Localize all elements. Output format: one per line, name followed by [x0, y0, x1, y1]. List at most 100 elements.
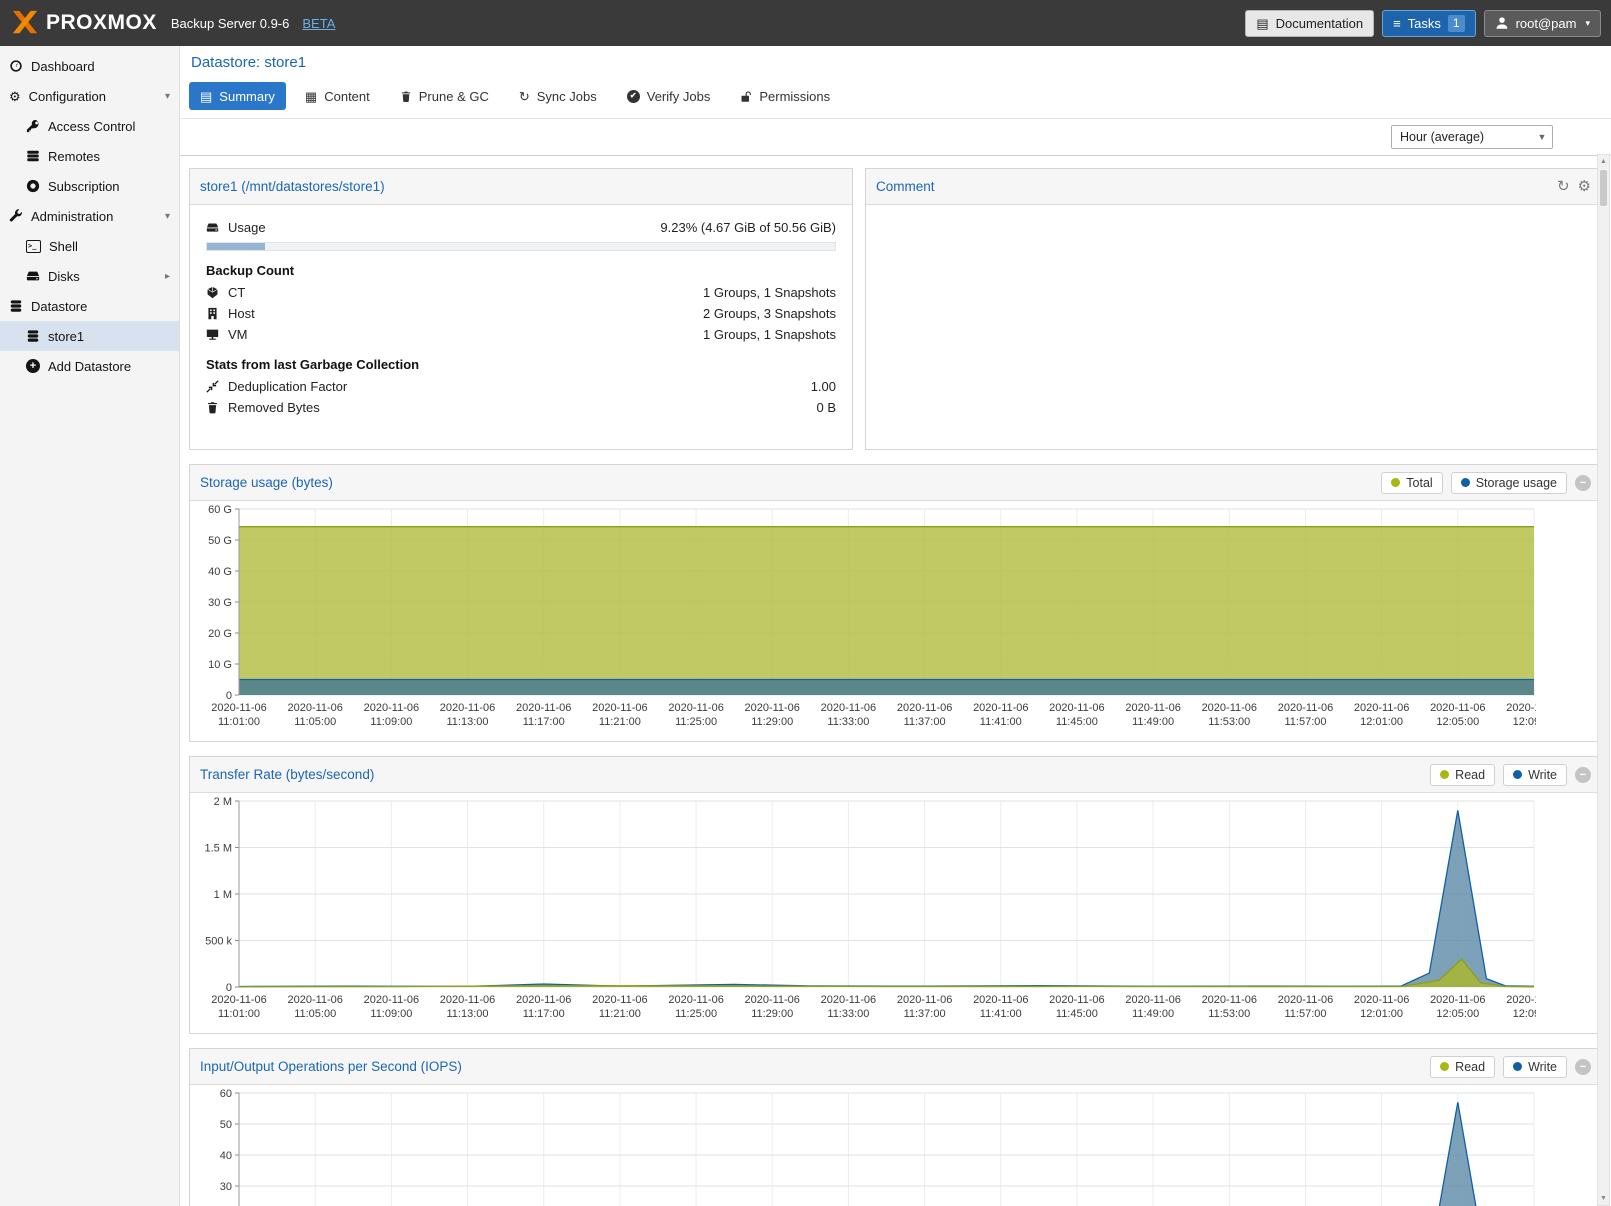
sidebar-item-shell[interactable]: >_ Shell: [0, 231, 179, 261]
svg-text:12:09:00: 12:09:00: [1513, 1008, 1536, 1020]
sidebar-item-label: Datastore: [31, 299, 87, 314]
svg-text:30 G: 30 G: [208, 597, 232, 609]
dedup-value: 1.00: [811, 379, 836, 394]
svg-text:2020-11-06: 2020-11-06: [287, 994, 342, 1006]
storage-usage-chart: 2020-11-0611:01:002020-11-0611:05:002020…: [194, 503, 1536, 735]
user-menu-button[interactable]: root@pam ▾: [1484, 10, 1601, 37]
svg-text:2020-11-06: 2020-11-06: [744, 702, 799, 714]
cube-icon: [206, 286, 219, 299]
tab-label: Verify Jobs: [647, 89, 711, 104]
legend-item-read[interactable]: Read: [1430, 764, 1495, 786]
svg-text:2020-11-06: 2020-11-06: [1430, 994, 1485, 1006]
chevron-right-icon[interactable]: ▸: [165, 271, 170, 282]
page-title: Datastore: store1: [191, 54, 1611, 74]
scroll-up-arrow[interactable]: ▲: [1598, 155, 1609, 168]
vertical-scrollbar[interactable]: ▲ ▼: [1597, 154, 1610, 1206]
documentation-button[interactable]: ▤ Documentation: [1245, 10, 1374, 37]
svg-text:11:33:00: 11:33:00: [827, 716, 869, 728]
chevron-down-icon: ▾: [1585, 18, 1590, 29]
legend-item-write[interactable]: Write: [1503, 764, 1567, 786]
sidebar-item-remotes[interactable]: Remotes: [0, 141, 179, 171]
host-row: Host 2 Groups, 3 Snapshots: [206, 303, 836, 324]
scroll-content: store1 (/mnt/datastores/store1) Usage 9.…: [180, 156, 1611, 1206]
usage-row: Usage 9.23% (4.67 GiB of 50.56 GiB): [206, 217, 836, 238]
svg-text:11:05:00: 11:05:00: [294, 1008, 336, 1020]
sidebar-item-disks[interactable]: Disks ▸: [0, 261, 179, 291]
terminal-icon: >_: [26, 240, 41, 253]
svg-text:1.5 M: 1.5 M: [204, 843, 232, 855]
tab-label: Content: [324, 89, 370, 104]
tab-verify-jobs[interactable]: ✔ Verify Jobs: [616, 82, 722, 110]
summary-toolbar: Hour (average) ▼: [180, 118, 1611, 156]
sidebar-item-dashboard[interactable]: Dashboard: [0, 51, 179, 81]
minus-circle-icon[interactable]: −: [1575, 475, 1591, 491]
reload-icon[interactable]: ↻: [1557, 179, 1570, 194]
legend-item-total[interactable]: Total: [1381, 472, 1442, 494]
timeframe-select[interactable]: Hour (average) ▼: [1391, 125, 1553, 149]
hdd-icon: [206, 221, 219, 234]
svg-text:40: 40: [220, 1150, 232, 1162]
chevron-down-icon[interactable]: ▾: [165, 91, 170, 102]
svg-text:11:41:00: 11:41:00: [980, 1008, 1022, 1020]
tab-summary[interactable]: ▤ Summary: [189, 82, 286, 110]
compress-icon: [206, 380, 219, 393]
svg-text:12:09:00: 12:09:00: [1513, 716, 1536, 728]
svg-text:2020-11-06: 2020-11-06: [1125, 994, 1180, 1006]
tab-content[interactable]: ▦ Content: [294, 82, 381, 110]
tasks-button[interactable]: ≡ Tasks 1: [1382, 10, 1476, 37]
tab-sync-jobs[interactable]: ↻ Sync Jobs: [508, 82, 608, 110]
database-icon: [26, 329, 40, 343]
sidebar-item-datastore[interactable]: Datastore: [0, 291, 179, 321]
tab-prune-gc[interactable]: Prune & GC: [389, 82, 500, 110]
tab-permissions[interactable]: Permissions: [729, 82, 841, 110]
svg-text:2020-11-06: 2020-11-06: [440, 702, 495, 714]
svg-text:11:25:00: 11:25:00: [675, 716, 717, 728]
svg-text:2020-11-06: 2020-11-06: [973, 994, 1028, 1006]
dedup-row: Deduplication Factor 1.00: [206, 376, 836, 397]
svg-text:0: 0: [226, 982, 232, 994]
legend-dot: [1461, 478, 1470, 487]
server-icon: [26, 149, 40, 163]
transfer-rate-panel: Transfer Rate (bytes/second) Read Write …: [189, 756, 1602, 1034]
legend-item-read[interactable]: Read: [1430, 1056, 1495, 1078]
legend-label: Write: [1528, 768, 1557, 782]
task-list-icon: ≡: [1393, 17, 1401, 30]
minus-circle-icon[interactable]: −: [1575, 767, 1591, 783]
comment-panel: Comment ↻ ⚙: [865, 168, 1602, 450]
sidebar-item-subscription[interactable]: Subscription: [0, 171, 179, 201]
documentation-label: Documentation: [1276, 16, 1363, 31]
scroll-down-arrow[interactable]: ▼: [1598, 1192, 1609, 1205]
removed-bytes-row: Removed Bytes 0 B: [206, 397, 836, 418]
svg-text:2020-11-06: 2020-11-06: [592, 702, 647, 714]
sidebar: Dashboard ⚙ Configuration ▾ Access Contr…: [0, 46, 180, 1206]
sidebar-item-access-control[interactable]: Access Control: [0, 111, 179, 141]
backup-count-heading: Backup Count: [206, 263, 836, 278]
vm-label: VM: [228, 327, 248, 342]
chevron-down-icon[interactable]: ▾: [165, 211, 170, 222]
chart-title: Transfer Rate (bytes/second): [200, 767, 374, 782]
legend-item-storage-usage[interactable]: Storage usage: [1451, 472, 1567, 494]
minus-circle-icon[interactable]: −: [1575, 1059, 1591, 1075]
vm-row: VM 1 Groups, 1 Snapshots: [206, 324, 836, 345]
ct-value: 1 Groups, 1 Snapshots: [703, 285, 836, 300]
svg-text:11:49:00: 11:49:00: [1132, 716, 1174, 728]
svg-text:2020-11-06: 2020-11-06: [364, 702, 419, 714]
svg-text:11:13:00: 11:13:00: [446, 1008, 488, 1020]
beta-link[interactable]: BETA: [302, 16, 335, 31]
svg-text:2020-11-06: 2020-11-06: [1354, 994, 1409, 1006]
scrollbar-thumb[interactable]: [1600, 170, 1607, 206]
sidebar-item-store1[interactable]: store1: [0, 321, 179, 351]
gear-icon[interactable]: ⚙: [1578, 179, 1591, 194]
host-value: 2 Groups, 3 Snapshots: [703, 306, 836, 321]
legend-label: Write: [1528, 1060, 1557, 1074]
legend-item-write[interactable]: Write: [1503, 1056, 1567, 1078]
tasks-count-badge: 1: [1448, 15, 1465, 32]
removed-bytes-label: Removed Bytes: [228, 400, 320, 415]
svg-text:20 G: 20 G: [208, 628, 232, 640]
sidebar-item-administration[interactable]: Administration ▾: [0, 201, 179, 231]
sidebar-item-add-datastore[interactable]: + Add Datastore: [0, 351, 179, 381]
usage-value: 9.23% (4.67 GiB of 50.56 GiB): [660, 220, 836, 235]
building-icon: [206, 307, 219, 320]
tab-bar: ▤ Summary ▦ Content Prune & GC ↻ Sync Jo…: [189, 82, 1611, 110]
sidebar-item-configuration[interactable]: ⚙ Configuration ▾: [0, 81, 179, 111]
